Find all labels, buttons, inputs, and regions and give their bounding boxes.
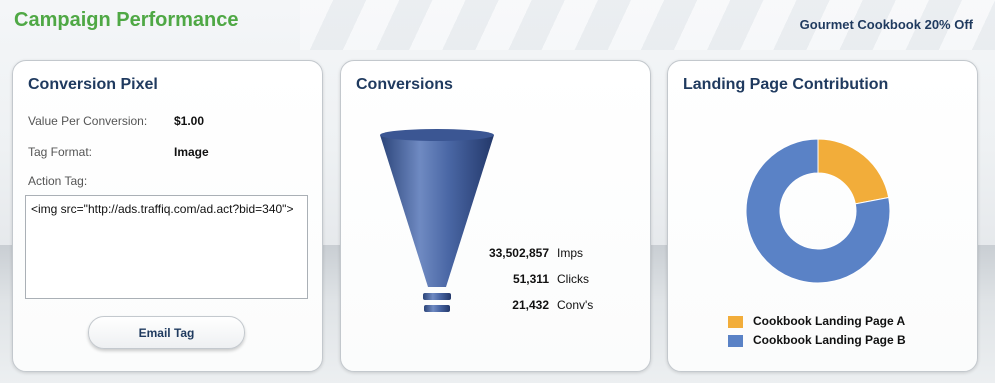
email-tag-button[interactable]: Email Tag [88,316,245,349]
panel-title: Conversion Pixel [28,76,158,93]
clicks-value: 51,311 [512,272,549,286]
conversions-label: Conv's [557,298,594,312]
panel-title: Conversions [356,76,453,93]
impressions-value: 33,502,857 [488,246,549,260]
conversion-funnel [380,129,494,312]
donut-slice-a [817,138,890,205]
panel-title: Landing Page Contribution [683,76,889,93]
conversions-value: 21,432 [512,298,549,312]
legend-label-b: Cookbook Landing Page B [753,333,906,347]
value-per-conversion: $1.00 [174,114,205,128]
legend-swatch-b [728,335,743,347]
action-tag-textarea[interactable]: <img src="http://ads.traffiq.com/ad.act?… [25,195,308,299]
landing-page-panel: Landing Page Contribution Cookbook Landi… [667,60,978,372]
clicks-label: Clicks [557,272,589,286]
funnel-ring-1 [423,293,451,300]
funnel-top [380,129,494,141]
value-per-conversion-label: Value Per Conversion: [28,114,148,128]
funnel-ring-2 [424,305,450,312]
legend-label-a: Cookbook Landing Page A [753,314,906,328]
tag-format-value: Image [174,145,209,159]
funnel-body [380,130,494,287]
impressions-label: Imps [557,246,584,260]
tag-format-label: Tag Format: [28,145,93,159]
page-title: Campaign Performance [14,9,239,31]
conversion-pixel-panel: Conversion Pixel Value Per Conversion: $… [12,60,323,372]
landing-page-donut-chart [745,138,891,284]
legend-swatch-a [728,316,743,328]
action-tag-label: Action Tag: [28,174,88,188]
campaign-name: Gourmet Cookbook 20% Off [799,17,973,32]
conversions-panel: Conversions 33,502,857 Imps 51,311 Click… [340,60,651,372]
